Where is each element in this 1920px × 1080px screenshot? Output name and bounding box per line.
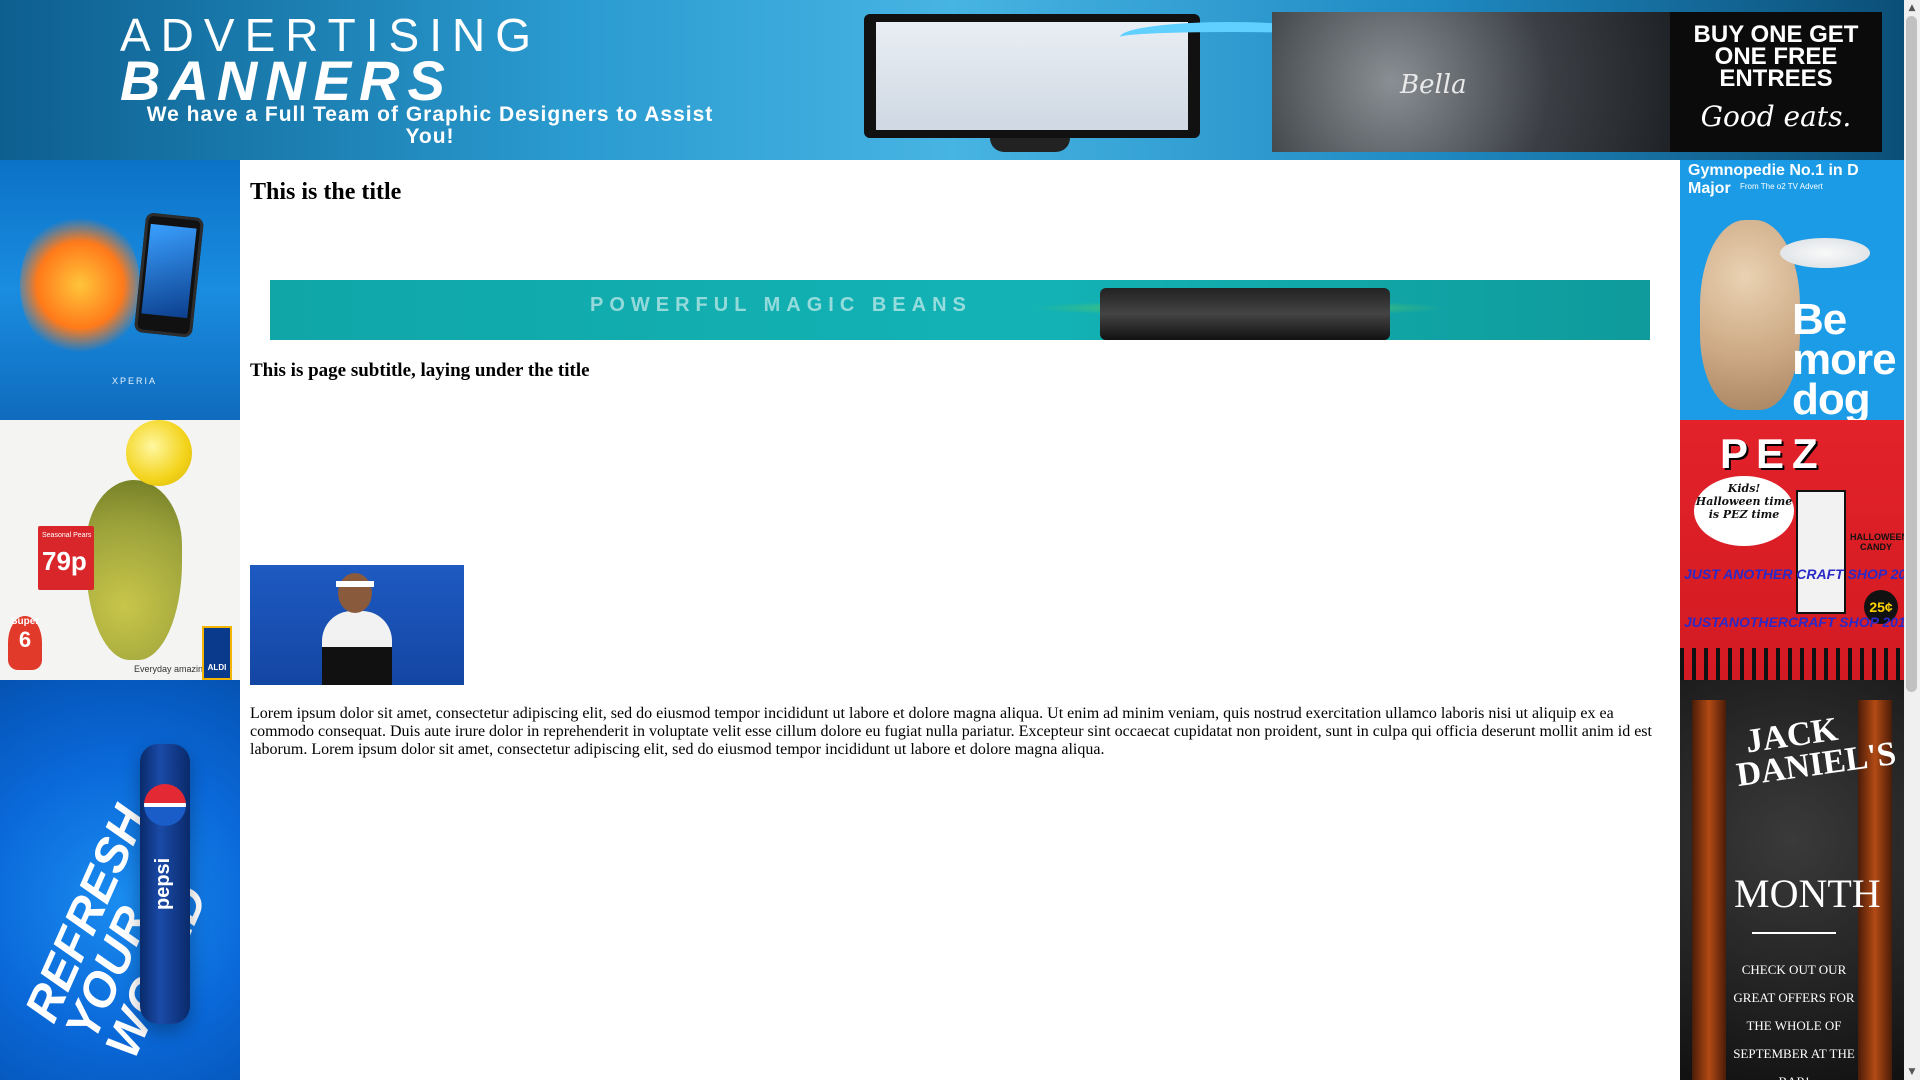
bottle-graphic-left (1692, 700, 1726, 1080)
price-tag-label: Seasonal Pears (42, 532, 92, 539)
player-body-graphic (322, 611, 392, 685)
body-paragraph: Lorem ipsum dolor sit amet, consectetur … (250, 705, 1652, 758)
pez-kids-bubble: Kids! Halloween time is PEZ time (1694, 476, 1794, 546)
pear-graphic (86, 480, 182, 660)
product-tin-graphic (1100, 288, 1390, 340)
fence-graphic (1680, 648, 1904, 680)
pez-ad[interactable]: PEZ Kids! Halloween time is PEZ time HAL… (1680, 420, 1904, 680)
monitor-stand-graphic (990, 138, 1070, 152)
pez-dispenser-graphic (1796, 490, 1846, 614)
lemon-graphic (126, 420, 192, 486)
pepsi-logo-icon (144, 784, 186, 826)
cat-ad-slogan: Be more dog (1792, 295, 1897, 421)
pepsi-slogan: REFRESH YOUR WORLD (15, 754, 240, 1065)
aldi-tagline: Everyday amazing. (134, 664, 211, 674)
pez-logo: PEZ (1720, 430, 1826, 477)
food-photo (1272, 12, 1670, 152)
cat-ad-title: Gymnopedie No.1 in D Major (1688, 162, 1859, 197)
offer-text: BUY ONE GET ONE FREE ENTREES (1693, 21, 1859, 92)
phone-screen-graphic (141, 223, 197, 319)
headband-graphic (336, 581, 374, 587)
pez-candy-text: HALLOWEEN CANDY (1850, 532, 1904, 552)
page-subtitle: This is page subtitle, laying under the … (250, 360, 590, 381)
scroll-down-arrow-icon[interactable]: ▼ (1904, 1064, 1920, 1080)
aldi-ad[interactable]: Seasonal Pears 79p Super 6 Everyday amaz… (0, 420, 240, 680)
top-advertising-banner[interactable]: ADVERTISING BANNERS We have a Full Team … (0, 0, 1904, 160)
o2-cat-ad[interactable]: Gymnopedie No.1 in D Major From The o2 T… (1680, 160, 1904, 420)
cat-ad-subtitle: From The o2 TV Advert (1740, 182, 1823, 191)
xperia-ad[interactable]: XPERIA (0, 160, 240, 420)
jack-offer-text: CHECK OUT OUR GREAT OFFERS FOR THE WHOLE… (1733, 962, 1855, 1080)
player-head-graphic (338, 573, 372, 613)
jack-title: JACK DANIEL'S (1734, 710, 1899, 795)
pez-watermark-2: JUSTANOTHERCRAFT SHOP 2017 (1684, 614, 1904, 630)
pepsi-ad[interactable]: REFRESH YOUR WORLD pepsi (0, 680, 240, 1080)
pepsi-brand-text: pepsi (152, 857, 174, 910)
aldi-logo: ALDI (202, 626, 232, 680)
jack-daniels-ad[interactable]: JACK DANIEL'S MONTH CHECK OUT OUR GREAT … (1680, 680, 1904, 1080)
inline-banner-text: POWERFUL MAGIC BEANS (590, 294, 972, 316)
inline-ad-banner[interactable]: POWERFUL MAGIC BEANS (270, 280, 1650, 340)
jack-divider (1752, 932, 1836, 934)
xperia-label: XPERIA (112, 376, 158, 386)
price-value: 79p (42, 546, 87, 576)
tennis-player-photo (250, 565, 464, 685)
swirl-graphic (20, 210, 140, 360)
food-brand-text: Bella (1400, 70, 1467, 100)
super-six-label: Super (10, 616, 40, 627)
banner-tagline: We have a Full Team of Graphic Designers… (146, 103, 714, 148)
scrollbar-thumb[interactable] (1906, 16, 1917, 692)
page-title: This is the title (250, 179, 402, 205)
offer-script-text: Good eats. (1700, 100, 1852, 133)
scroll-up-arrow-icon[interactable]: ▲ (1904, 0, 1920, 16)
pez-watermark-1: JUST ANOTHER CRAFT SHOP 2017 (1684, 566, 1904, 582)
frisbee-graphic (1780, 238, 1870, 268)
jack-month: MONTH (1734, 871, 1881, 916)
super-six-badge: Super 6 (8, 616, 42, 670)
super-six-number: 6 (18, 627, 32, 652)
